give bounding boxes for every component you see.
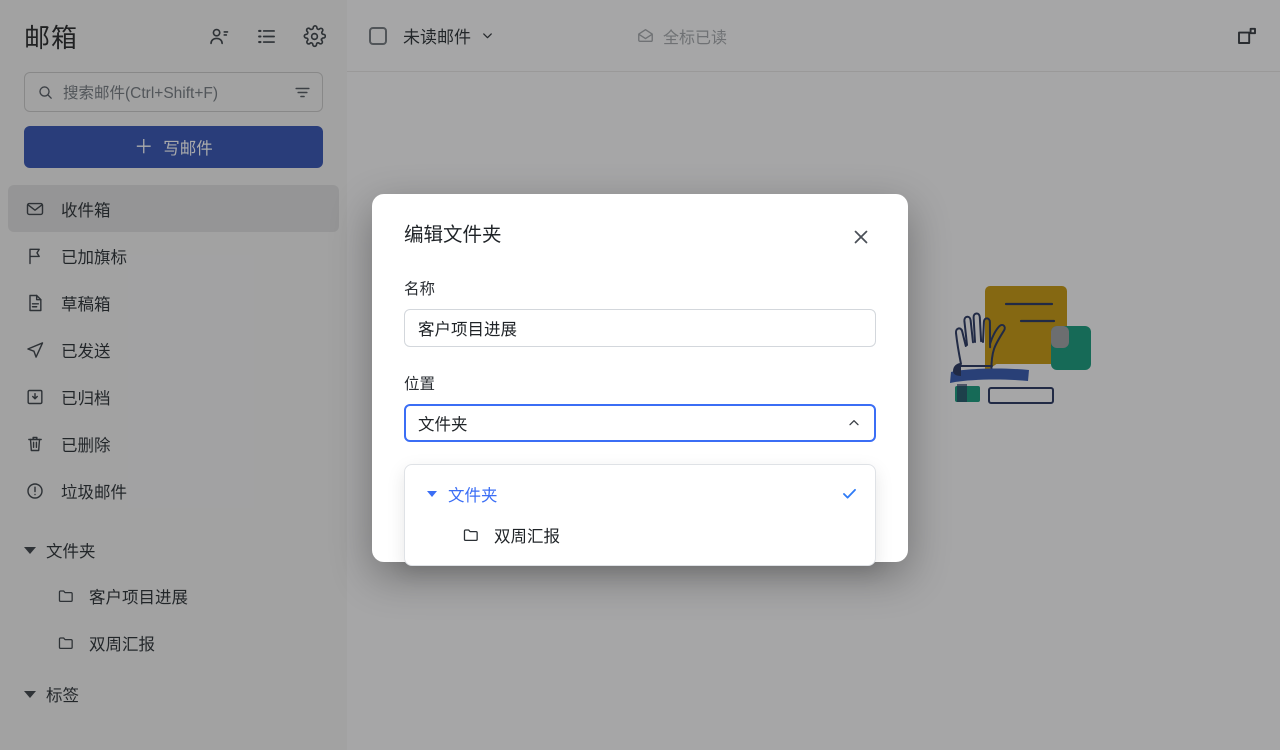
location-field-label: 位置 (404, 376, 436, 393)
dropdown-option-label: 文件夹 (448, 486, 498, 505)
location-dropdown-menu: 文件夹 双周汇报 (404, 464, 876, 566)
close-icon[interactable] (846, 222, 876, 252)
location-select[interactable]: 文件夹 (404, 404, 876, 442)
name-field-label: 名称 (404, 281, 436, 298)
dialog-header: 编辑文件夹 (404, 222, 876, 252)
dropdown-option-child[interactable]: 双周汇报 (405, 514, 875, 555)
dropdown-option-label: 双周汇报 (494, 527, 560, 546)
folder-name-value: 客户项目进展 (418, 321, 517, 339)
dropdown-option-root[interactable]: 文件夹 (405, 473, 875, 514)
caret-down-icon[interactable] (427, 490, 437, 497)
location-select-value: 文件夹 (418, 416, 468, 434)
dialog-title: 编辑文件夹 (404, 224, 502, 246)
folder-icon (461, 525, 480, 544)
chevron-up-icon (846, 415, 862, 431)
check-icon (840, 484, 859, 503)
folder-name-input[interactable]: 客户项目进展 (404, 309, 876, 347)
edit-folder-dialog: 编辑文件夹 名称 客户项目进展 位置 文件夹 文件夹 双周汇报 (372, 194, 908, 566)
app-root: 邮箱 搜索邮件(Ctrl+Shift+F) ＋ 写邮件 收件箱 已加旗标 草稿箱… (0, 0, 1280, 750)
